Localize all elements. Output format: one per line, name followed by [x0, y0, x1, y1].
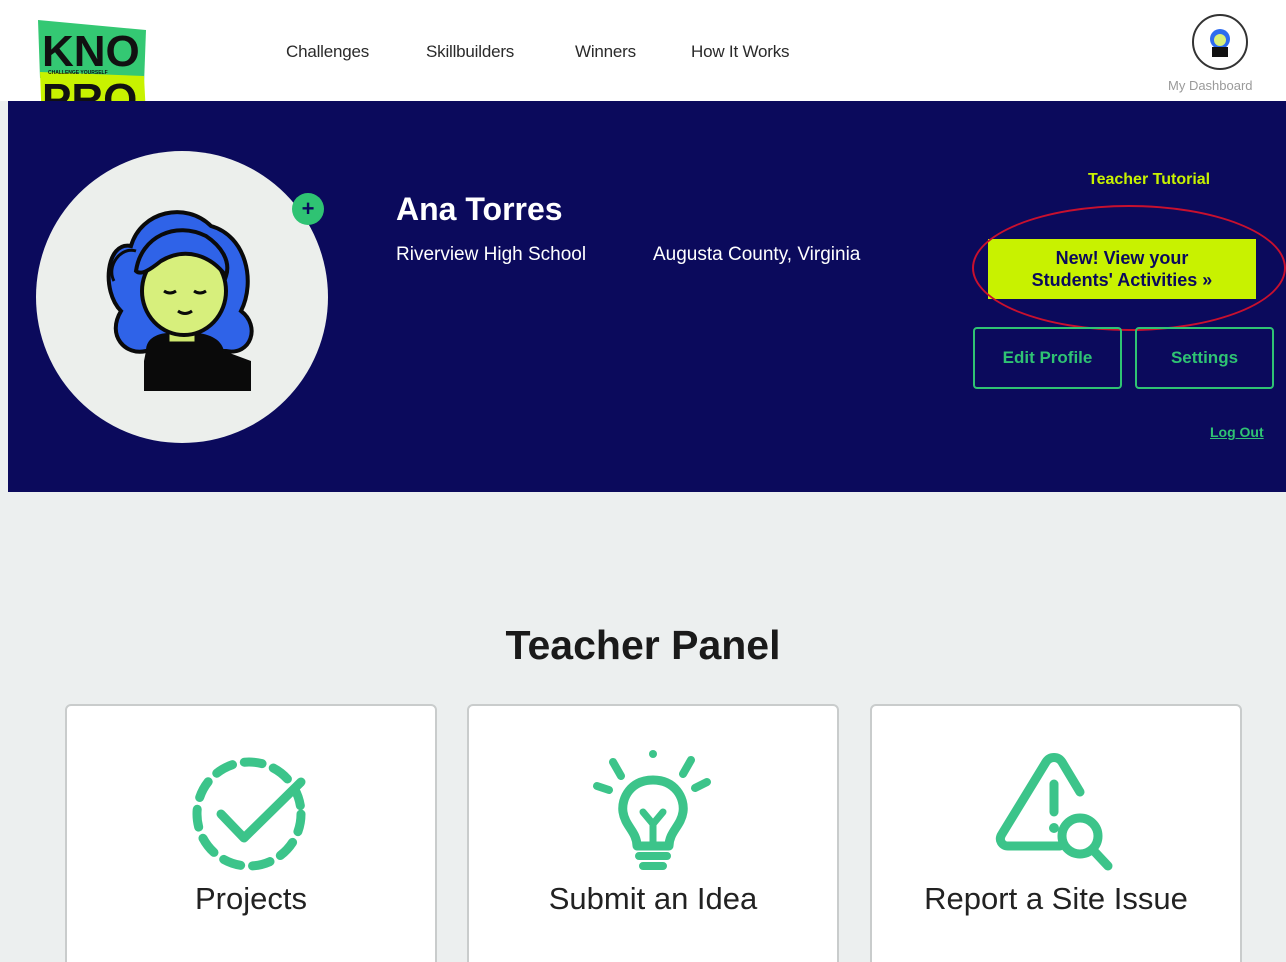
submit-idea-card[interactable]: Submit an Idea	[467, 704, 839, 962]
projects-card[interactable]: Projects	[65, 704, 437, 962]
add-photo-button[interactable]: +	[292, 193, 324, 225]
teacher-tutorial-link[interactable]: Teacher Tutorial	[1088, 171, 1210, 189]
edit-profile-button[interactable]: Edit Profile	[973, 327, 1122, 389]
dashed-check-circle-icon	[192, 757, 306, 871]
nav-how-it-works[interactable]: How It Works	[691, 42, 790, 62]
report-site-issue-card[interactable]: Report a Site Issue	[870, 704, 1242, 962]
warning-search-icon	[995, 753, 1113, 871]
student-avatar-illustration	[106, 210, 254, 391]
projects-card-label: Projects	[195, 881, 307, 916]
logo-line1: KNO	[42, 27, 140, 76]
report-site-issue-card-label: Report a Site Issue	[924, 881, 1188, 916]
user-location: Augusta County, Virginia	[653, 244, 861, 265]
activities-button-line2: Students' Activities »	[1031, 270, 1213, 290]
lightbulb-icon	[593, 750, 711, 870]
settings-button[interactable]: Settings	[1135, 327, 1274, 389]
user-school: Riverview High School	[396, 244, 587, 265]
nav-skillbuilders[interactable]: Skillbuilders	[426, 42, 514, 62]
activities-button-line1: New! View your	[1055, 248, 1189, 268]
plus-icon: +	[301, 196, 315, 221]
user-avatar-icon	[1210, 29, 1230, 57]
view-students-activities-button[interactable]: New! View your Students' Activities »	[988, 239, 1256, 299]
top-navigation: KNO CHALLENGE YOURSELF PRO Challenges Sk…	[0, 0, 1286, 126]
dashboard-label[interactable]: My Dashboard	[1168, 78, 1253, 93]
nav-winners[interactable]: Winners	[575, 42, 636, 62]
profile-hero: + Ana Torres Riverview High School Augus…	[8, 101, 1286, 492]
profile-avatar	[36, 151, 328, 443]
nav-challenges[interactable]: Challenges	[286, 42, 369, 62]
submit-idea-card-label: Submit an Idea	[548, 881, 758, 916]
user-name: Ana Torres	[396, 191, 563, 227]
log-out-link[interactable]: Log Out	[1210, 424, 1264, 440]
dashboard-avatar-button[interactable]	[1192, 14, 1248, 70]
teacher-panel-title: Teacher Panel	[505, 622, 781, 668]
